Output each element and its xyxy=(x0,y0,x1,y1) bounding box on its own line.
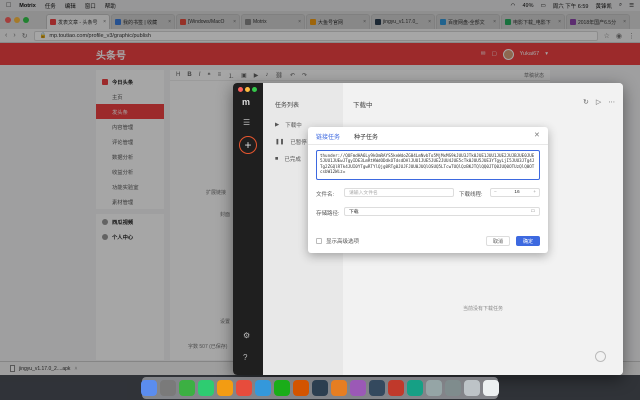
save-path-input[interactable]: 下载 ▭ xyxy=(344,207,540,216)
task-list-icon[interactable]: ☰ xyxy=(243,118,250,127)
list-item-label: 已完成 xyxy=(284,157,301,163)
motrix-close-icon[interactable] xyxy=(238,87,243,92)
dock-app-icon[interactable] xyxy=(331,380,347,396)
pause-icon: ❚❚ xyxy=(275,139,285,145)
help-icon[interactable]: ? xyxy=(243,353,247,362)
threads-value: 16 xyxy=(514,190,520,195)
minus-icon[interactable]: − xyxy=(494,190,497,195)
main-panel-title: 下载中 xyxy=(353,102,373,109)
filename-input[interactable]: 请输入文件名 xyxy=(344,188,454,197)
dialog-divider xyxy=(308,144,548,145)
dock-app-icon[interactable] xyxy=(407,380,423,396)
list-item-label: 下载中 xyxy=(285,123,302,129)
folder-icon[interactable]: ▭ xyxy=(530,209,535,214)
threads-label: 下载线程: xyxy=(459,192,483,198)
more-icon[interactable]: ⋯ xyxy=(608,98,615,106)
dock-app-icon[interactable] xyxy=(388,380,404,396)
play-icon: ▶ xyxy=(275,122,280,128)
dock-app-icon[interactable] xyxy=(160,380,176,396)
dock-app-icon[interactable] xyxy=(312,380,328,396)
plus-icon[interactable]: + xyxy=(533,190,536,195)
dock-app-icon[interactable] xyxy=(198,380,214,396)
list-item-completed[interactable]: ■ 已完成 xyxy=(275,155,301,163)
filename-label: 文件名: xyxy=(316,192,335,198)
main-toolbar: ↻ ▷ ⋯ xyxy=(583,98,615,106)
close-icon[interactable]: ✕ xyxy=(534,131,540,139)
add-task-icon[interactable]: + xyxy=(239,136,257,154)
motrix-logo-icon: m xyxy=(242,97,251,107)
threads-stepper[interactable]: − 16 + xyxy=(490,188,540,197)
dock-app-icon[interactable] xyxy=(293,380,309,396)
link-textarea[interactable]: thunder://QUFmdHA6Ly9kOmRAYS5keWdoZG04Lm… xyxy=(316,150,540,180)
cancel-button[interactable]: 取消 xyxy=(486,236,510,246)
list-item-label: 已暂停 xyxy=(290,140,307,146)
save-path-value: 下载 xyxy=(349,210,359,215)
motrix-window-controls xyxy=(238,87,257,92)
motrix-minimize-icon[interactable] xyxy=(245,87,250,92)
resume-all-icon[interactable]: ▷ xyxy=(596,98,601,106)
dock-app-icon[interactable] xyxy=(369,380,385,396)
preferences-icon[interactable]: ⚙ xyxy=(243,331,250,340)
motrix-maximize-icon[interactable] xyxy=(252,87,257,92)
stop-icon: ■ xyxy=(275,156,279,162)
dock-app-icon[interactable] xyxy=(426,380,442,396)
dock-app-icon[interactable] xyxy=(464,380,480,396)
dock-app-icon[interactable] xyxy=(274,380,290,396)
dock-app-icon[interactable] xyxy=(179,380,195,396)
list-item-paused[interactable]: ❚❚ 已暂停 xyxy=(275,138,307,146)
dock-app-icon[interactable] xyxy=(483,380,499,396)
mac-dock xyxy=(141,377,499,399)
save-path-label: 存储路径: xyxy=(316,211,340,217)
dock-app-icon[interactable] xyxy=(350,380,366,396)
dock-app-icon[interactable] xyxy=(445,380,461,396)
checkbox-icon[interactable] xyxy=(316,238,322,244)
advanced-options-label: 显示高级选项 xyxy=(326,239,360,245)
dock-app-icon[interactable] xyxy=(141,380,157,396)
new-task-dialog: 链接任务 种子任务 ✕ thunder://QUFmdHA6Ly9kOmRAYS… xyxy=(308,127,548,253)
task-list-title: 任务列表 xyxy=(275,103,300,109)
confirm-button[interactable]: 确定 xyxy=(516,236,540,246)
dock-app-icon[interactable] xyxy=(217,380,233,396)
list-item-downloading[interactable]: ▶ 下载中 xyxy=(275,121,302,129)
advanced-options-toggle[interactable]: 显示高级选项 xyxy=(316,237,359,245)
dock-app-icon[interactable] xyxy=(236,380,252,396)
motrix-sidebar: m ☰ + ⚙ ? xyxy=(233,83,263,375)
refresh-icon[interactable]: ↻ xyxy=(583,98,589,106)
empty-state-text: 当前没有下载任务 xyxy=(462,306,503,312)
dock-app-icon[interactable] xyxy=(255,380,271,396)
speed-indicator-icon[interactable] xyxy=(595,351,606,362)
